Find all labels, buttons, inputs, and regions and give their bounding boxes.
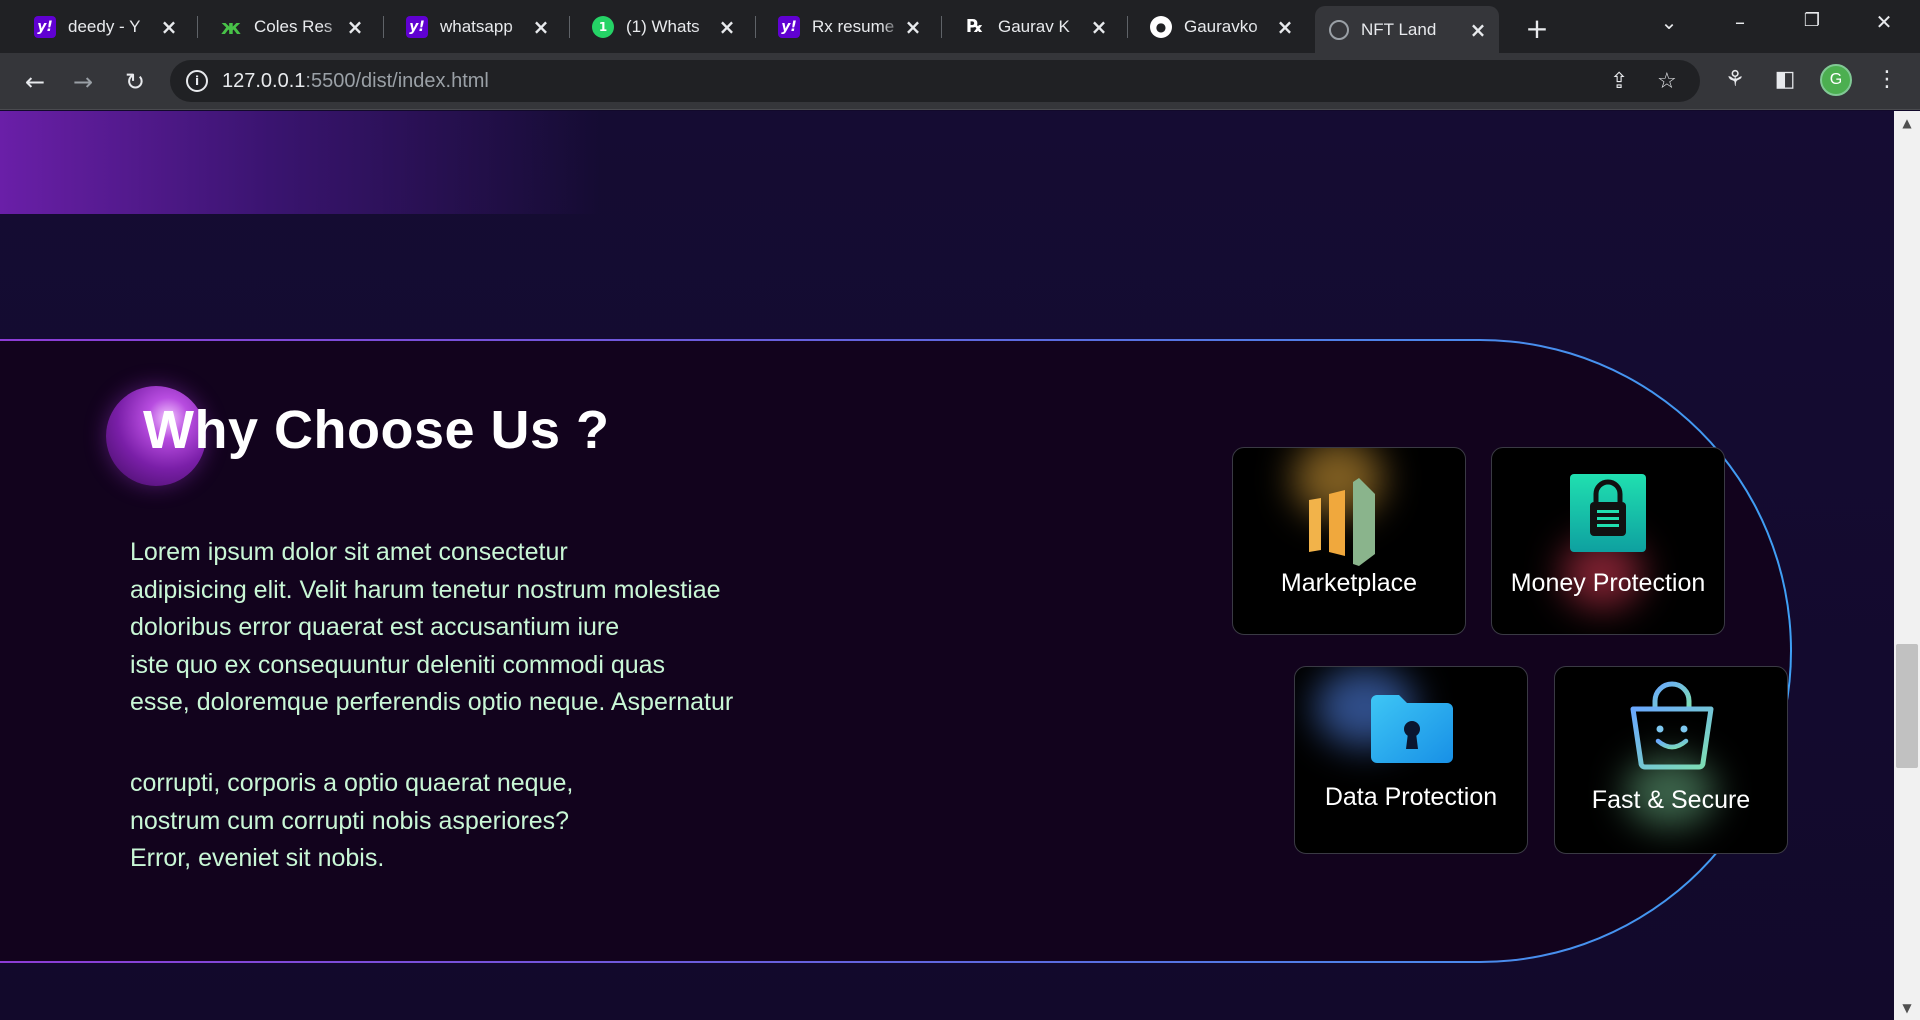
tab-separator xyxy=(941,16,942,38)
tab-title: Coles Res xyxy=(254,16,333,36)
tab-strip: y! deedy - Y × ж Coles Res × y! whatsapp… xyxy=(0,0,1920,53)
tab-title: Gauravko xyxy=(1184,16,1258,36)
more-menu-icon[interactable]: ⋮ xyxy=(1872,67,1902,92)
minimize-icon[interactable]: – xyxy=(1720,10,1760,34)
tab-active[interactable]: NFT Land × xyxy=(1315,6,1499,53)
close-icon[interactable]: × xyxy=(346,15,364,39)
tab-title: (1) Whats xyxy=(626,16,700,36)
reload-icon[interactable]: ↻ xyxy=(118,65,152,99)
scroll-down-arrow-icon[interactable]: ▼ xyxy=(1894,998,1920,1018)
feature-card-fast-secure[interactable]: Fast & Secure xyxy=(1554,666,1788,854)
globe-icon xyxy=(1329,19,1349,40)
smiley-bag-icon xyxy=(1630,681,1714,770)
restore-icon[interactable]: ❐ xyxy=(1792,10,1832,31)
url-host: 127.0.0.1 xyxy=(222,69,306,92)
tab[interactable]: ● Gauravko × xyxy=(1136,6,1306,47)
whatsapp-icon: 1 xyxy=(592,15,614,38)
previous-section-banner xyxy=(0,111,600,214)
tab-separator xyxy=(569,16,570,38)
share-icon[interactable]: ⇪ xyxy=(1610,69,1628,94)
section-heading: Why Choose Us ? xyxy=(143,400,610,460)
scrollbar-thumb[interactable] xyxy=(1896,644,1918,768)
page-scrollbar[interactable] xyxy=(1894,111,1920,1020)
github-icon: ● xyxy=(1150,15,1172,38)
close-window-icon[interactable]: ✕ xyxy=(1864,10,1904,34)
url-path: :5500/dist/index.html xyxy=(305,69,489,92)
feature-card-marketplace[interactable]: Marketplace xyxy=(1232,447,1466,635)
back-icon[interactable]: ← xyxy=(18,65,52,99)
tab[interactable]: 1 (1) Whats × xyxy=(578,6,748,47)
bookmark-star-icon[interactable]: ☆ xyxy=(1657,69,1677,94)
tab-title: Gaurav K xyxy=(998,16,1070,36)
tab-separator xyxy=(755,16,756,38)
tab[interactable]: y! Rx resume × xyxy=(764,6,934,47)
site-info-icon[interactable]: i xyxy=(186,70,208,92)
tab-title: Rx resume xyxy=(812,16,895,36)
tab[interactable]: ℞ Gaurav K × xyxy=(950,6,1120,47)
feature-label: Fast & Secure xyxy=(1591,786,1751,814)
scroll-up-arrow-icon[interactable]: ▲ xyxy=(1894,113,1920,133)
forward-icon[interactable]: → xyxy=(66,65,100,99)
coles-icon: ж xyxy=(221,14,241,39)
profile-avatar[interactable]: G xyxy=(1820,64,1852,96)
feature-card-money-protection[interactable]: Money Protection xyxy=(1491,447,1725,635)
tab-search-icon[interactable]: ⌄ xyxy=(1649,10,1689,34)
tab[interactable]: y! deedy - Y × xyxy=(20,6,190,47)
feature-label: Money Protection xyxy=(1510,569,1706,597)
feature-card-data-protection[interactable]: Data Protection xyxy=(1294,666,1528,854)
tab-separator xyxy=(197,16,198,38)
close-icon[interactable]: × xyxy=(1276,15,1294,39)
tab[interactable]: y! whatsapp × xyxy=(392,6,562,47)
tab-title: NFT Land xyxy=(1361,19,1437,39)
close-icon[interactable]: × xyxy=(1090,15,1108,39)
url-text[interactable]: 127.0.0.1:5500/dist/index.html xyxy=(222,70,489,93)
tab-separator xyxy=(1127,16,1128,38)
close-icon[interactable]: × xyxy=(718,15,736,39)
yahoo-icon: y! xyxy=(406,15,428,38)
close-icon[interactable]: × xyxy=(160,15,178,39)
new-tab-button[interactable]: + xyxy=(1522,12,1552,45)
feature-label: Data Protection xyxy=(1324,783,1498,811)
close-icon[interactable]: × xyxy=(1469,18,1487,42)
close-icon[interactable]: × xyxy=(904,15,922,39)
section-paragraph: corrupti, corporis a optio quaerat neque… xyxy=(130,769,574,872)
address-bar[interactable]: i 127.0.0.1:5500/dist/index.html ⇪ ☆ xyxy=(170,60,1700,102)
extensions-icon[interactable]: ⚘ xyxy=(1720,67,1750,92)
close-icon[interactable]: × xyxy=(532,15,550,39)
rx-icon: ℞ xyxy=(966,16,984,37)
yahoo-icon: y! xyxy=(34,15,56,38)
locked-folder-icon xyxy=(1371,695,1453,763)
tab-title: deedy - Y xyxy=(68,16,141,36)
lock-clipboard-icon xyxy=(1570,474,1646,552)
feature-label: Marketplace xyxy=(1280,569,1418,597)
tab[interactable]: ж Coles Res × xyxy=(206,6,376,47)
section-paragraph: Lorem ipsum dolor sit amet consectetur a… xyxy=(130,538,734,716)
tab-title: whatsapp xyxy=(440,16,513,36)
yahoo-icon: y! xyxy=(778,15,800,38)
side-panel-icon[interactable]: ◧ xyxy=(1770,67,1800,92)
browser-toolbar: ← → ↻ i 127.0.0.1:5500/dist/index.html ⇪… xyxy=(0,53,1920,110)
page-viewport: Why Choose Us ? Lorem ipsum dolor sit am… xyxy=(0,111,1894,1020)
tab-separator xyxy=(383,16,384,38)
bar-chart-icon xyxy=(1309,478,1375,566)
